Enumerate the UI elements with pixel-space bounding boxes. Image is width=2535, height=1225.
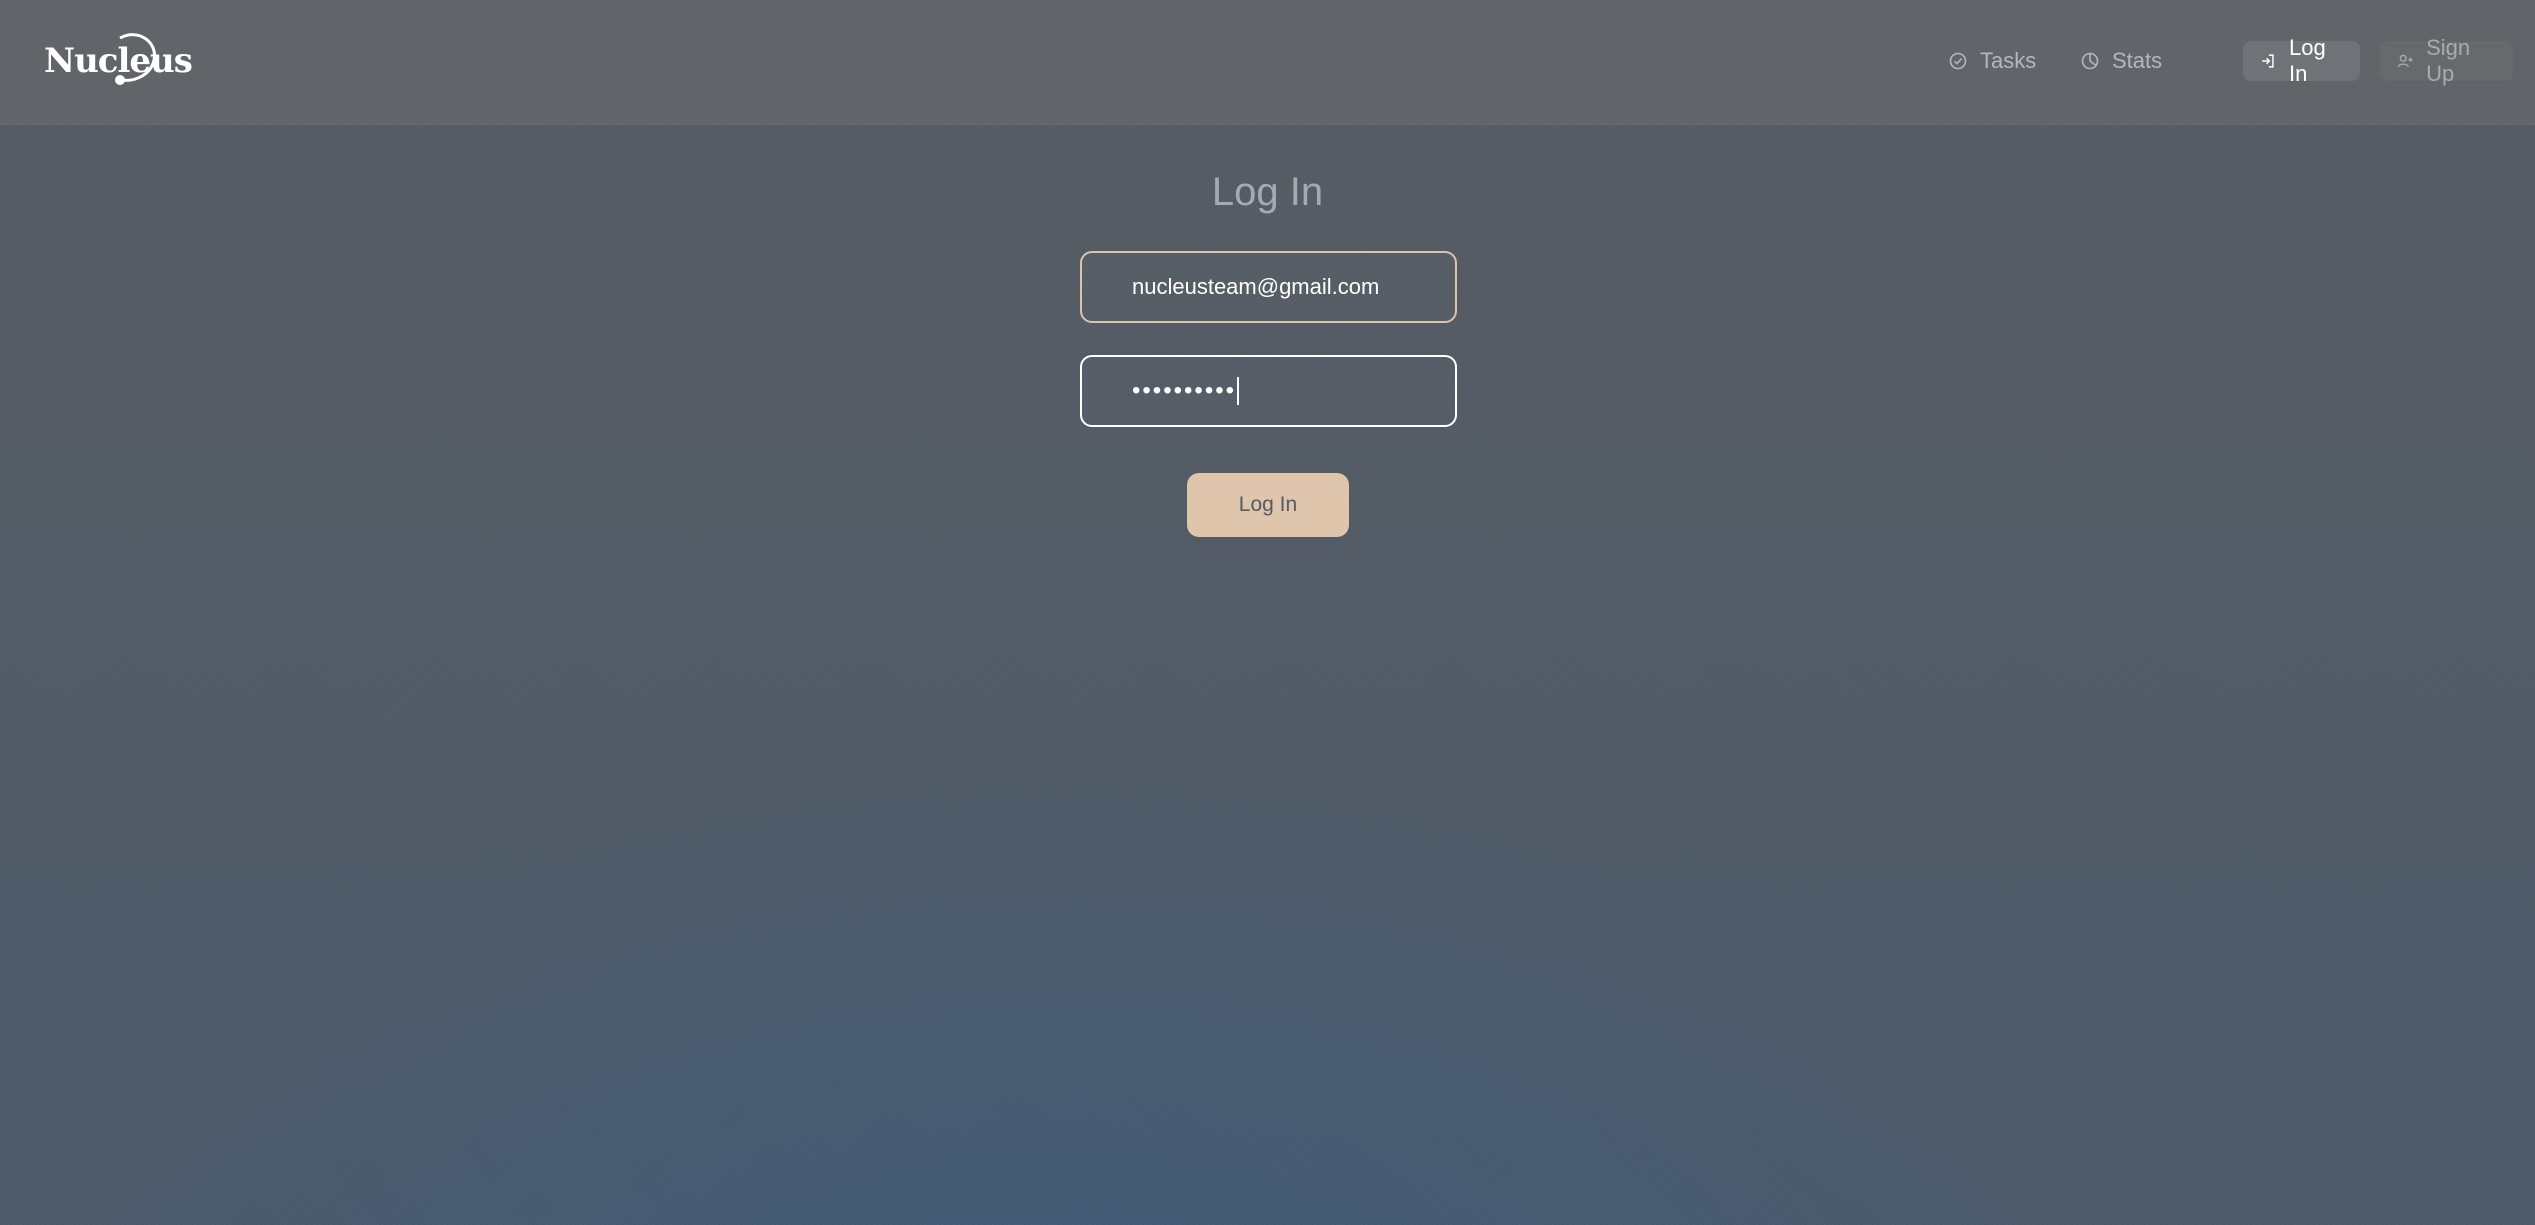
nav-login-button[interactable]: Log In bbox=[2243, 35, 2360, 86]
pie-chart-icon bbox=[2081, 52, 2099, 70]
user-plus-icon bbox=[2397, 54, 2413, 68]
nav-stats-label: Stats bbox=[2112, 48, 2163, 73]
log-in-icon bbox=[2262, 54, 2274, 68]
check-circle-icon bbox=[1949, 52, 1967, 70]
nav-tasks[interactable]: Tasks bbox=[1932, 41, 2052, 81]
brand-name: Nucleus bbox=[44, 41, 193, 81]
email-field[interactable]: nucleusteam@gmail.com bbox=[1080, 251, 1457, 323]
nav-login-label: Log In bbox=[2288, 35, 2326, 86]
nav-tasks-label: Tasks bbox=[1980, 48, 2037, 73]
text-caret bbox=[1237, 377, 1240, 405]
password-field[interactable]: •••••••••• bbox=[1080, 355, 1457, 427]
email-value: nucleusteam@gmail.com bbox=[1132, 274, 1380, 299]
nav-signup-button[interactable]: Sign Up bbox=[2380, 35, 2513, 86]
nav-stats[interactable]: Stats bbox=[2064, 41, 2178, 81]
nav-signup-label: Sign Up bbox=[2426, 35, 2471, 86]
top-navbar: Nucleus Tasks Stats Log In Sign Up bbox=[0, 0, 2535, 125]
password-value: •••••••••• bbox=[1132, 377, 1237, 404]
page-title: Log In bbox=[1211, 170, 1324, 214]
login-submit-button[interactable]: Log In bbox=[1187, 473, 1349, 537]
brand-logo[interactable]: Nucleus bbox=[44, 28, 193, 94]
